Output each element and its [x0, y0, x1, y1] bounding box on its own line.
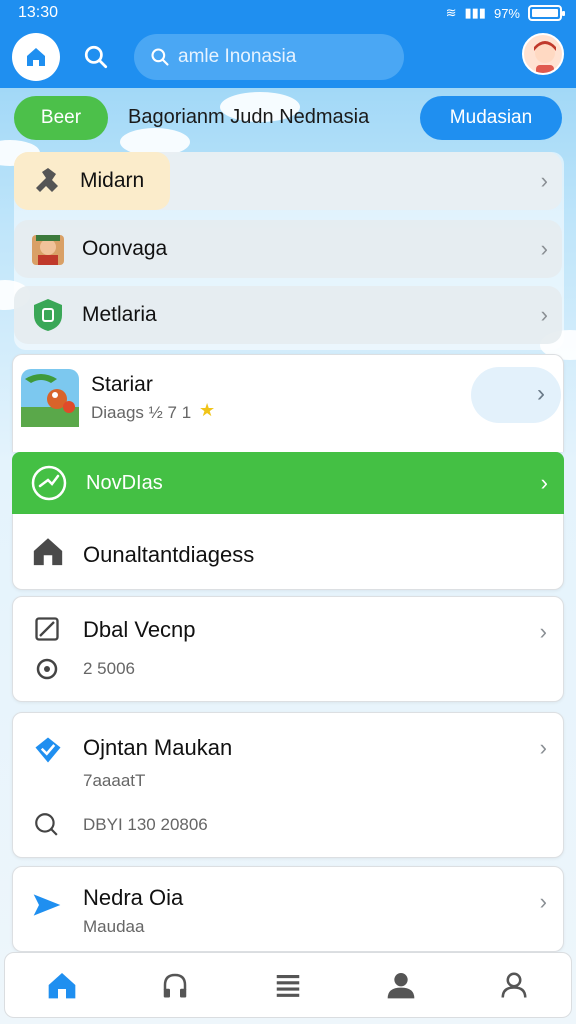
- search-text: amle Inonasia: [178, 46, 297, 67]
- character-icon: [32, 235, 64, 265]
- send-icon: [33, 894, 61, 916]
- menu-item-label: Midarn: [80, 169, 145, 192]
- search-icon: [151, 48, 169, 66]
- menu-item-label: Oonvaga: [82, 237, 168, 260]
- status-bar: 13:30 ≋ ▮▮▮ 97%: [0, 0, 576, 26]
- battery-percent: 97%: [493, 5, 520, 21]
- home-icon: [48, 973, 75, 999]
- game-thumbnail-icon: [21, 369, 79, 427]
- wifi-icon: ≋: [445, 5, 457, 20]
- target-icon: [36, 658, 58, 680]
- menu-item-label: Metlaria: [82, 303, 157, 326]
- chevron-right-icon: ›: [540, 236, 548, 261]
- list-card-title: Dbal Vecnp: [83, 617, 196, 642]
- signal-icon: ▮▮▮: [464, 5, 486, 20]
- star-icon: ★: [199, 400, 216, 420]
- list-card-nedra[interactable]: Nedra Oia Maudaa ›: [12, 866, 564, 952]
- menu-item-oonvaga[interactable]: Oonvaga ›: [14, 220, 562, 278]
- list-icon: [276, 975, 300, 997]
- shield-icon: [34, 299, 62, 331]
- main-item-label: Ounaltantdiagess: [83, 542, 255, 567]
- chip-beer[interactable]: Beer: [14, 96, 108, 140]
- status-time: 13:30: [18, 4, 59, 21]
- featured-action-button[interactable]: ›: [471, 367, 561, 423]
- app-header: amle Inonasia: [0, 26, 576, 88]
- diamond-icon: [35, 737, 61, 763]
- avatar-icon: [534, 41, 556, 73]
- nav-headphones[interactable]: [145, 957, 205, 1013]
- list-card-subtitle: Maudaa: [83, 917, 145, 936]
- chevron-right-icon: ›: [539, 889, 547, 914]
- featured-title: Stariar: [91, 373, 153, 396]
- green-banner[interactable]: NovDIas ›: [12, 452, 564, 514]
- list-card-meta: DBYI 130 20806: [83, 815, 208, 834]
- chips-row: Beer Bagorianm Judn Nedmasia Mudasian: [0, 96, 576, 142]
- chevron-right-icon: ›: [540, 168, 548, 193]
- battery-icon: [528, 5, 565, 21]
- menu-panel: Midarn › Oonvaga › Metlaria ›: [14, 152, 564, 350]
- home-button[interactable]: [12, 33, 60, 81]
- chevron-right-icon: ›: [540, 302, 548, 327]
- main-item-card[interactable]: Ounaltantdiagess: [12, 514, 564, 590]
- tool-icon: [36, 168, 58, 192]
- chips-title: Bagorianm Judn Nedmasia: [128, 106, 370, 128]
- menu-item-midarn[interactable]: Midarn ›: [14, 152, 562, 210]
- list-card-title: Ojntan Maukan: [83, 735, 233, 760]
- chevron-right-icon: ›: [537, 380, 545, 407]
- search-detail-icon: [35, 813, 58, 836]
- home-icon: [33, 538, 63, 566]
- list-card-ojntan[interactable]: Ojntan Maukan 7aaaatT DBYI 130 20806 ›: [12, 712, 564, 858]
- search-input[interactable]: amle Inonasia: [134, 34, 404, 80]
- user-filled-icon: [387, 973, 415, 999]
- nav-home[interactable]: [32, 957, 92, 1013]
- compass-icon: [31, 465, 67, 501]
- status-icons: ≋ ▮▮▮ 97%: [445, 5, 565, 21]
- bottom-nav: [4, 952, 572, 1018]
- featured-card[interactable]: Stariar Diaags ½ 7 1 ★ ›: [12, 354, 564, 452]
- nav-list[interactable]: [258, 957, 318, 1013]
- nav-profile[interactable]: [484, 957, 544, 1013]
- search-button[interactable]: [76, 37, 116, 77]
- list-card-subtitle: 7aaaatT: [83, 771, 146, 790]
- search-icon: [84, 45, 108, 69]
- chip-mudasian[interactable]: Mudasian: [420, 96, 562, 140]
- headphones-icon: [163, 973, 187, 998]
- list-card-meta: 2 5006: [83, 659, 135, 678]
- user-outline-icon: [501, 972, 527, 998]
- chevron-right-icon: ›: [539, 619, 547, 644]
- home-icon: [27, 48, 45, 66]
- featured-subtitle: Diaags ½ 7 1: [91, 403, 192, 422]
- list-card-title: Nedra Oia: [83, 885, 184, 910]
- image-edit-icon: [35, 617, 59, 641]
- chevron-right-icon: ›: [540, 470, 548, 495]
- avatar[interactable]: [522, 33, 564, 75]
- list-card-dbal[interactable]: Dbal Vecnp 2 5006 ›: [12, 596, 564, 702]
- nav-account[interactable]: [371, 957, 431, 1013]
- chevron-right-icon: ›: [539, 735, 547, 760]
- green-banner-label: NovDIas: [86, 471, 163, 494]
- menu-item-metlaria[interactable]: Metlaria ›: [14, 286, 562, 344]
